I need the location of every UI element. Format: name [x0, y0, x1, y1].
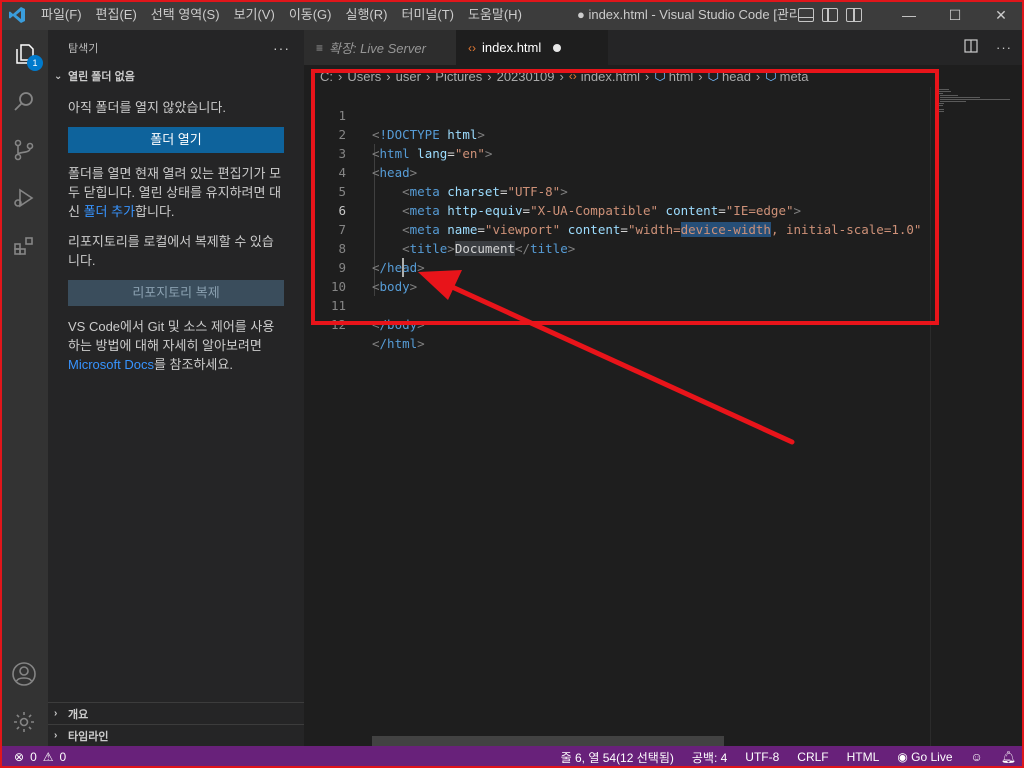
menu-selection[interactable]: 선택 영역(S)	[144, 0, 227, 30]
error-icon: ⊗	[14, 750, 25, 764]
extensions-icon[interactable]	[0, 222, 48, 270]
no-folder-section-header[interactable]: ⌄ 열린 폴더 없음	[48, 65, 304, 87]
scrollbar-thumb[interactable]	[372, 736, 724, 746]
vscode-logo-icon	[0, 0, 34, 30]
language-mode[interactable]: HTML	[847, 750, 880, 764]
menu-terminal[interactable]: 터미널(T)	[394, 0, 460, 30]
tab-label: index.html	[482, 40, 542, 55]
window-controls: — ☐ ✕	[886, 0, 1024, 30]
horizontal-scrollbar[interactable]	[372, 734, 930, 746]
outline-label: 개요	[68, 708, 89, 721]
run-debug-icon[interactable]	[0, 174, 48, 222]
explorer-icon[interactable]: 1	[0, 30, 48, 78]
tab-label: 확장: Live Server	[329, 41, 426, 56]
tab-index-html[interactable]: ‹› index.html	[456, 30, 608, 65]
chevron-down-icon: ⌄	[54, 70, 63, 82]
timeline-section-header[interactable]: › 타임라인	[48, 724, 304, 746]
no-folder-text: 아직 폴더를 열지 않았습니다.	[68, 100, 226, 115]
manage-gear-icon[interactable]	[0, 698, 48, 746]
status-right: 줄 6, 열 54(12 선택됨) 공백: 4 UTF-8 CRLF HTML …	[561, 746, 1016, 768]
go-live-button[interactable]: ◉ Go Live	[897, 750, 952, 764]
extension-preview-icon: ≡	[316, 40, 324, 55]
window-title: ● index.html - Visual Studio Code [관리…	[577, 7, 797, 22]
error-count: 0	[30, 750, 37, 764]
problems-indicator[interactable]: ⊗ 0 ⚠ 0	[0, 750, 66, 764]
minimap[interactable]	[930, 87, 1024, 746]
clone-description: 리포지토리를 로컬에서 복제할 수 있습니다.	[68, 234, 274, 268]
timeline-label: 타임라인	[68, 730, 109, 743]
source-control-icon[interactable]	[0, 126, 48, 174]
more-actions-icon[interactable]: ···	[996, 40, 1012, 55]
customize-layout-icon[interactable]	[846, 8, 862, 22]
menu-help[interactable]: 도움말(H)	[461, 0, 529, 30]
activity-bar: 1	[0, 30, 48, 746]
line-ending[interactable]: CRLF	[797, 750, 828, 764]
toggle-panel-icon[interactable]	[798, 8, 814, 22]
sidebar-title: 탐색기	[68, 42, 99, 55]
indentation[interactable]: 공백: 4	[692, 749, 727, 766]
notifications-bell-icon[interactable]: 🔔︎	[1001, 750, 1016, 764]
broadcast-icon: ◉	[897, 750, 908, 764]
sidebar-header: 탐색기 ···	[48, 30, 304, 65]
open-folder-button[interactable]: 폴더 열기	[68, 127, 284, 153]
menu-file[interactable]: 파일(F)	[34, 0, 89, 30]
clone-repository-button[interactable]: 리포지토리 복제	[68, 280, 284, 306]
cursor-position[interactable]: 줄 6, 열 54(12 선택됨)	[561, 749, 674, 766]
explorer-sidebar: 탐색기 ··· ⌄ 열린 폴더 없음 아직 폴더를 열지 않았습니다. 폴더 열…	[48, 30, 304, 746]
warning-count: 0	[59, 750, 67, 764]
editor-tab-bar: ≡ 확장: Live Server ‹› index.html ···	[304, 30, 1024, 65]
menu-edit[interactable]: 편집(E)	[89, 0, 144, 30]
minimap-preview	[937, 89, 1010, 112]
git-description: VS Code에서 Git 및 소스 제어를 사용하는 방법에 대해 자세히 알…	[68, 319, 275, 372]
explorer-badge: 1	[27, 55, 43, 71]
search-icon[interactable]	[0, 78, 48, 126]
html-file-icon: ‹›	[468, 40, 476, 55]
chevron-right-icon: ›	[54, 730, 58, 741]
more-actions-icon[interactable]: ···	[273, 40, 290, 56]
encoding[interactable]: UTF-8	[745, 750, 779, 764]
highlight-box	[311, 69, 939, 325]
toggle-sidebar-icon[interactable]	[822, 8, 838, 22]
close-button[interactable]: ✕	[978, 0, 1024, 30]
layout-controls	[798, 0, 862, 30]
menu-run[interactable]: 실행(R)	[339, 0, 395, 30]
account-icon[interactable]	[0, 650, 48, 698]
maximize-button[interactable]: ☐	[932, 0, 978, 30]
menu-go[interactable]: 이동(G)	[282, 0, 339, 30]
unsaved-dot-icon[interactable]	[553, 43, 562, 52]
outline-section-header[interactable]: › 개요	[48, 702, 304, 724]
open-folder-description: 폴더를 열면 현재 열려 있는 편집기가 모두 닫힙니다. 열린 상태를 유지하…	[68, 166, 282, 219]
menu-view[interactable]: 보기(V)	[227, 0, 282, 30]
warning-icon: ⚠	[42, 750, 54, 764]
menu-bar: 파일(F) 편집(E) 선택 영역(S) 보기(V) 이동(G) 실행(R) 터…	[34, 0, 529, 30]
status-bar: ⊗ 0 ⚠ 0 줄 6, 열 54(12 선택됨) 공백: 4 UTF-8 CR…	[0, 746, 1024, 768]
add-folder-link[interactable]: 폴더 추가	[84, 204, 135, 219]
sidebar-content: 아직 폴더를 열지 않았습니다. 폴더 열기 폴더를 열면 현재 열려 있는 편…	[48, 98, 304, 374]
microsoft-docs-link[interactable]: Microsoft Docs	[68, 357, 154, 372]
title-bar: 파일(F) 편집(E) 선택 영역(S) 보기(V) 이동(G) 실행(R) 터…	[0, 0, 1024, 30]
editor-actions: ···	[964, 30, 1012, 65]
feedback-icon[interactable]: ☺	[971, 750, 983, 764]
minimize-button[interactable]: —	[886, 0, 932, 30]
split-editor-icon[interactable]	[964, 39, 978, 56]
section-label: 열린 폴더 없음	[68, 71, 135, 83]
chevron-right-icon: ›	[54, 708, 58, 719]
tab-live-server[interactable]: ≡ 확장: Live Server	[304, 30, 456, 65]
